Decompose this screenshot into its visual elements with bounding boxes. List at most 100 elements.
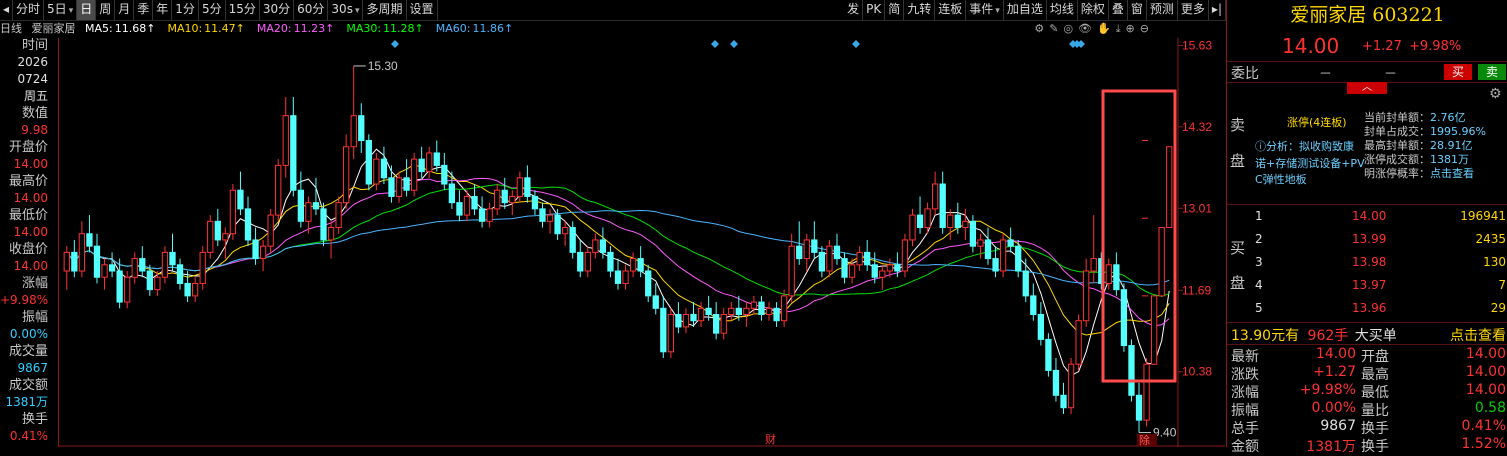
toolbar-right-item-8[interactable]: 除权 <box>1078 0 1109 20</box>
candle-body <box>1067 363 1075 409</box>
candle-body <box>992 258 999 272</box>
toolbar-item-2[interactable]: 日 <box>77 0 97 20</box>
event-diamond-icon[interactable] <box>730 40 738 48</box>
ma-value: 11.47 <box>204 22 236 35</box>
event-diamond-icon[interactable] <box>391 40 399 48</box>
toolbar-right-item-11[interactable]: 预测 <box>1147 0 1178 20</box>
candle-body <box>637 258 644 272</box>
toolbar-right-item-7[interactable]: 均线 <box>1047 0 1078 20</box>
info-row-7: 14.00 <box>13 157 48 171</box>
exright-marker[interactable]: 除 <box>1139 433 1150 447</box>
toolbar-right-item-4[interactable]: 连板 <box>935 0 967 20</box>
sell-button[interactable]: 卖 <box>1478 64 1506 80</box>
ma-arrow: ↑ <box>503 22 514 35</box>
finance-marker[interactable]: 财 <box>765 432 776 446</box>
toolbar-right-item-9[interactable]: 叠 <box>1109 0 1128 20</box>
candle-body <box>463 195 471 216</box>
ma-arrow: ↑ <box>235 22 245 35</box>
candle-body <box>1045 338 1052 371</box>
candle-body <box>811 239 818 253</box>
toolbar-item-10[interactable]: 30分 <box>260 0 295 20</box>
toolbar-right-item-6[interactable]: 加自选 <box>1004 0 1047 20</box>
stat-v1: +1.27 <box>1313 364 1356 380</box>
toolbar-item-8[interactable]: 5分 <box>199 0 226 20</box>
toolbar-right-item-3-label: 九转 <box>907 2 932 16</box>
toolbar-item-5[interactable]: 季 <box>134 0 154 20</box>
event-diamond-icon[interactable] <box>711 40 719 48</box>
limit-stat-value: 点击查看 <box>1430 167 1474 180</box>
toolbar-right-item-12[interactable]: 更多 <box>1178 0 1209 20</box>
candle-body <box>418 158 425 173</box>
back-arrow-icon[interactable]: ◂ <box>0 0 14 20</box>
toolbar-item-12-label: 30s <box>331 2 353 16</box>
bid-row[interactable]: 5 13.96 29 <box>1247 297 1507 321</box>
bid-row[interactable]: 4 13.97 7 <box>1247 274 1507 298</box>
candle-body <box>1128 345 1135 396</box>
buy-button[interactable]: 买 <box>1444 64 1472 80</box>
limit-stat-4[interactable]: 明涨停概率：点击查看 <box>1364 167 1486 181</box>
bid-row[interactable]: 1 14.00 196941 <box>1247 205 1507 229</box>
toolbar-item-13[interactable]: 多周期 <box>363 0 407 20</box>
candle-body <box>1083 270 1090 322</box>
candlestick-chart[interactable]: 15.6314.3213.0111.6910.3815.309.40财除 <box>59 38 1225 447</box>
candle-body <box>305 202 312 222</box>
candle-body <box>592 239 599 253</box>
candle-body <box>886 264 893 272</box>
candle-body <box>365 140 372 185</box>
big-order-qty: 962手 <box>1307 328 1349 344</box>
info-row-3: 周五 <box>23 89 48 103</box>
toolbar-right-item-3[interactable]: 九转 <box>904 0 936 20</box>
toolbar-right-item-2[interactable]: 简 <box>885 0 905 20</box>
settings-icon[interactable]: ⚙ <box>1489 86 1502 102</box>
stat-v1: 9867 <box>1320 418 1356 434</box>
event-diamond-icon[interactable] <box>852 40 860 48</box>
toolbar-item-4[interactable]: 月 <box>115 0 135 20</box>
stat-v2: 1.52% <box>1461 436 1506 452</box>
toolbar-item-14[interactable]: 设置 <box>407 0 438 20</box>
limit-stat-label: 涨停成交额： <box>1364 153 1430 166</box>
bid-level: 3 <box>1255 255 1263 269</box>
toolbar-item-3[interactable]: 周 <box>96 0 116 20</box>
toolbar-item-7[interactable]: 1分 <box>172 0 199 20</box>
stat-l2: 最高 <box>1361 367 1389 383</box>
limit-stats: 当前封单额：2.76亿 封单占成交：1995.96% 最高封单额：28.91亿 涨停成… <box>1364 111 1486 181</box>
candle-body <box>509 195 516 204</box>
info-row-0: 时间 <box>21 38 48 53</box>
chart-tool-icons[interactable]: ⚙✎◎👁✋⤓⊕⊖ <box>1034 21 1154 37</box>
candle-body <box>229 189 237 235</box>
collapse-icon[interactable]: ︿ <box>1347 82 1387 94</box>
toolbar-right-item-5[interactable]: 事件 ▾ <box>966 0 1004 20</box>
ma-value: 11.23 <box>293 22 326 35</box>
toolbar-right-item-6-label: 加自选 <box>1006 2 1043 16</box>
toolbar-item-9[interactable]: 15分 <box>226 0 260 20</box>
bid-row[interactable]: 3 13.98 130 <box>1247 251 1507 275</box>
weicha-value: － <box>1384 67 1398 82</box>
info-row-21: 1381万 <box>5 395 48 409</box>
toolbar-item-13-label: 多周期 <box>366 2 403 16</box>
candle-body <box>1135 394 1143 421</box>
toolbar-item-6[interactable]: 年 <box>153 0 173 20</box>
candle-body <box>780 295 788 322</box>
toolbar-item-11[interactable]: 60分 <box>294 0 329 20</box>
candle-body <box>947 214 954 229</box>
toolbar-item-12[interactable]: 30s ▾ <box>328 0 364 20</box>
bid-row[interactable]: 2 13.99 2435 <box>1247 228 1507 252</box>
candle-body <box>501 189 508 204</box>
candle-body <box>1143 363 1150 421</box>
limit-stat-label: 封单占成交： <box>1364 125 1430 138</box>
candle-body <box>86 233 93 247</box>
toolbar-item-1[interactable]: 5日 ▾ <box>44 0 78 20</box>
big-order-link[interactable]: 点击查看 <box>1450 325 1506 345</box>
bid-price: 13.98 <box>1352 255 1387 269</box>
candle-body <box>267 214 274 247</box>
candle-body <box>599 239 607 253</box>
candle-body <box>765 307 773 316</box>
panel-toggle-icon[interactable]: ▸| <box>1209 0 1226 20</box>
toolbar-item-0[interactable]: 分时 <box>13 0 45 20</box>
toolbar-right-item-0[interactable]: 发 <box>844 0 864 20</box>
toolbar-right-item-10[interactable]: 窗 <box>1128 0 1147 20</box>
toolbar-right-item-9-label: 叠 <box>1111 2 1124 16</box>
stat-l2: 换手 <box>1361 439 1389 455</box>
big-order-row: 13.90元有 962手 大买单 点击查看 <box>1231 325 1507 345</box>
toolbar-right-item-1[interactable]: PK <box>863 0 886 20</box>
